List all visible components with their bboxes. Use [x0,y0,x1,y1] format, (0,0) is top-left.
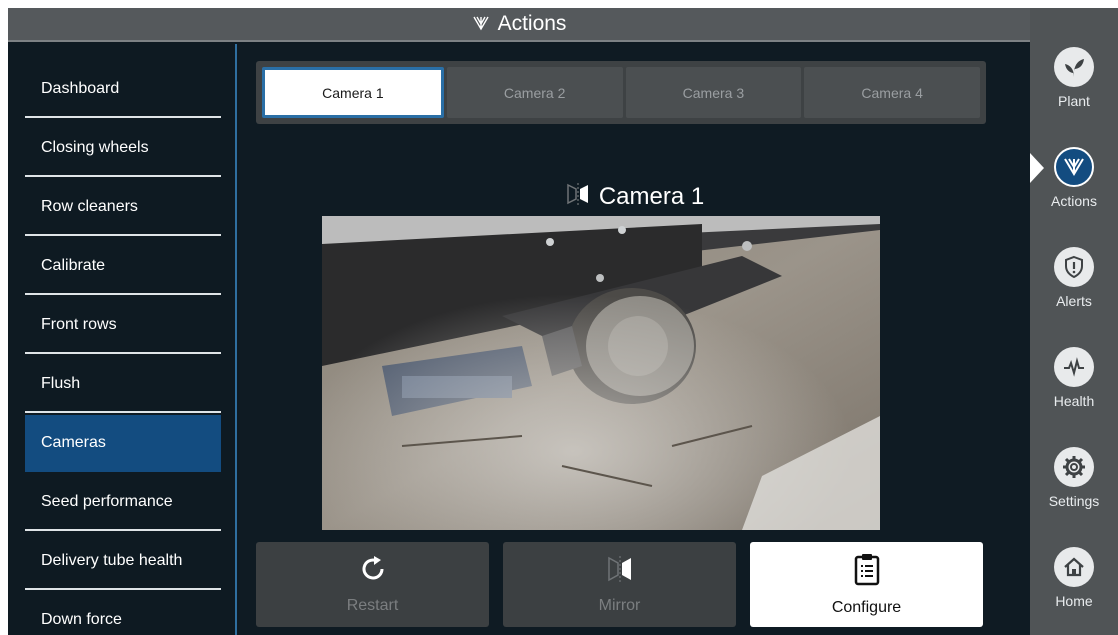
rail-item-home[interactable]: Home [1030,532,1118,624]
sidebar-item-label: Dashboard [41,79,120,97]
shield-alert-icon [1054,247,1094,287]
rail-item-health[interactable]: Health [1030,332,1118,424]
rail-item-plant[interactable]: Plant [1030,32,1118,124]
nav-rail: Plant Actions Alerts Health Settings Hom… [1030,8,1118,635]
sidebar-item-front-rows[interactable]: Front rows [25,297,221,354]
rail-label: Plant [1058,93,1090,109]
rail-label: Health [1053,393,1095,409]
sidebar-item-label: Row cleaners [41,197,138,215]
main-content: Camera 1 Camera 2 Camera 3 Camera 4 Came… [239,44,1030,635]
sidebar-item-label: Down force [41,610,122,628]
restart-label: Restart [346,597,399,614]
tab-camera-2[interactable]: Camera 2 [446,67,623,118]
sidebar-item-label: Front rows [41,315,117,333]
camera-feed[interactable] [322,216,880,530]
sidebar-item-label: Calibrate [41,256,106,274]
sidebar-item-closing-wheels[interactable]: Closing wheels [25,120,221,177]
configure-button[interactable]: Configure [750,542,983,627]
app-frame: Actions Dashboard Closing wheels Row cle… [8,8,1030,635]
tab-camera-3[interactable]: Camera 3 [625,67,802,118]
gear-icon [1054,447,1094,487]
camera-tabs: Camera 1 Camera 2 Camera 3 Camera 4 [256,61,986,124]
rail-label: Settings [1048,493,1100,509]
tab-camera-1[interactable]: Camera 1 [262,67,444,118]
sidebar-item-label: Seed performance [41,492,173,510]
sidebar-item-label: Cameras [41,433,106,451]
plant-icon [1054,47,1094,87]
rail-item-settings[interactable]: Settings [1030,432,1118,524]
sidebar-item-calibrate[interactable]: Calibrate [25,238,221,295]
sidebar-item-dashboard[interactable]: Dashboard [25,61,221,118]
sidebar-item-cameras[interactable]: Cameras [25,415,221,472]
restart-icon [358,554,388,589]
sidebar-item-row-cleaners[interactable]: Row cleaners [25,179,221,236]
camera-actions: Restart Mirror Configure [256,542,996,627]
sidebar-item-flush[interactable]: Flush [25,356,221,413]
clipboard-icon [852,552,882,591]
rail-item-alerts[interactable]: Alerts [1030,232,1118,324]
sidebar-item-down-force[interactable]: Down force [25,592,221,635]
page-title: Actions [497,12,567,35]
configure-label: Configure [831,599,902,616]
sidebar: Dashboard Closing wheels Row cleaners Ca… [8,44,237,635]
mirror-button[interactable]: Mirror [503,542,736,627]
restart-button[interactable]: Restart [256,542,489,627]
rail-item-actions[interactable]: Actions [1030,132,1118,224]
rail-label: Actions [1051,193,1097,209]
header-bar: Actions [8,8,1030,42]
heartbeat-icon [1054,347,1094,387]
home-icon [1054,547,1094,587]
tab-camera-4[interactable]: Camera 4 [804,67,980,118]
sidebar-item-label: Delivery tube health [41,551,183,569]
planter-icon [1054,147,1094,187]
mirror-icon [565,182,591,213]
sidebar-item-label: Flush [41,374,81,392]
mirror-label: Mirror [598,597,641,614]
sidebar-item-label: Closing wheels [41,138,149,156]
planter-icon [472,15,490,33]
camera-title: Camera 1 [598,183,705,210]
sidebar-item-delivery-tube-health[interactable]: Delivery tube health [25,533,221,590]
rail-label: Home [1055,593,1093,609]
camera-heading: Camera 1 [239,180,1030,214]
mirror-icon [605,554,635,589]
sidebar-item-seed-performance[interactable]: Seed performance [25,474,221,531]
rail-label: Alerts [1056,293,1092,309]
